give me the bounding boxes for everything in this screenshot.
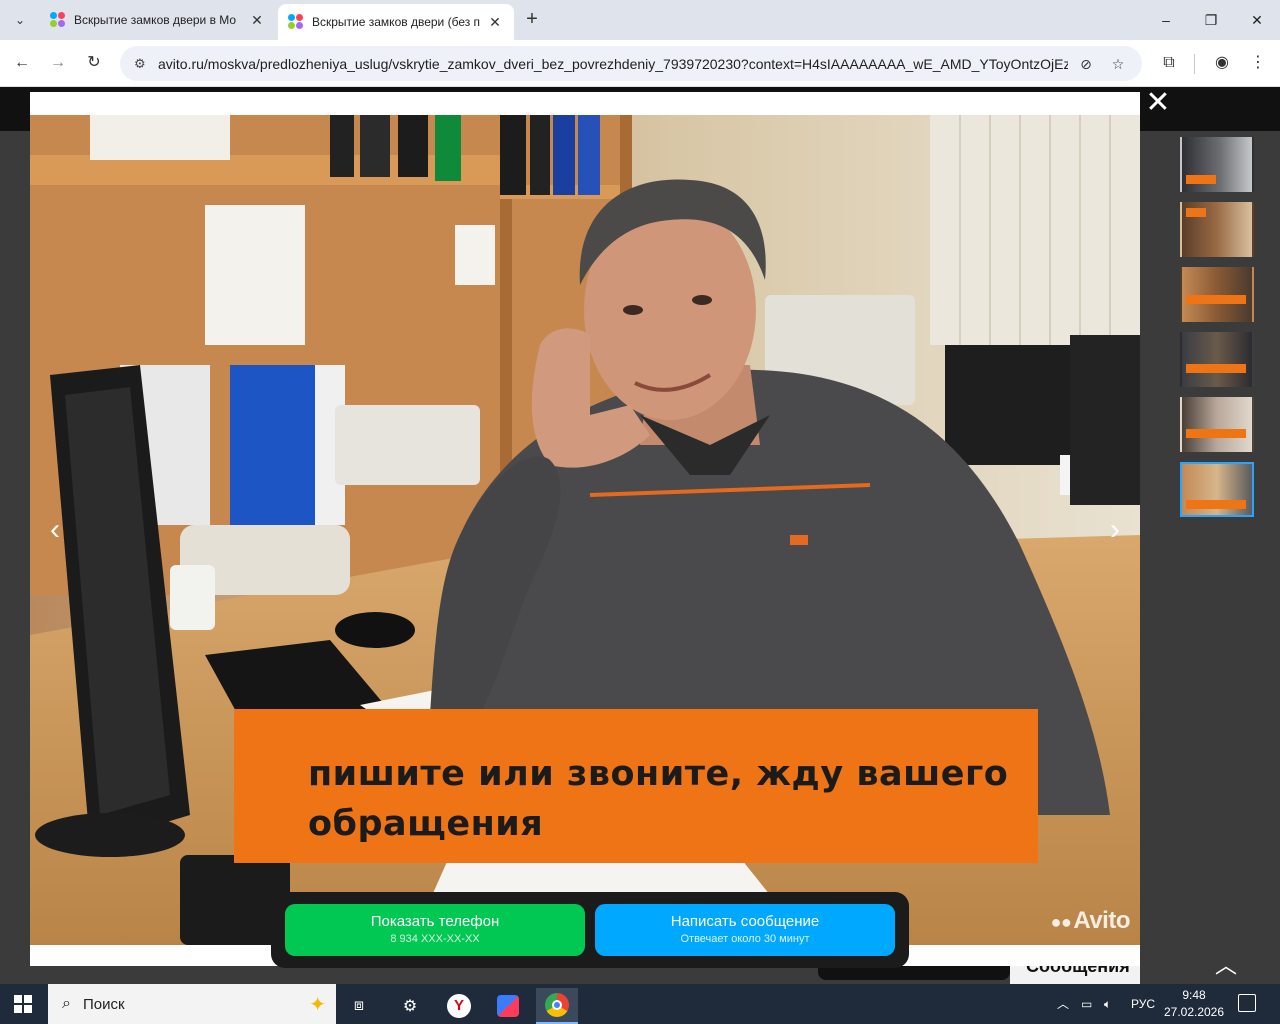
forward-arrow-icon[interactable]: → bbox=[45, 50, 71, 76]
clock[interactable]: 9:48 27.02.2026 bbox=[1162, 987, 1226, 1021]
sparkle-icon: ✦ bbox=[309, 994, 326, 1016]
windows-start-icon[interactable] bbox=[14, 995, 32, 1013]
tab-strip: ⌄ Вскрытие замков двери в Мо ✕ Вскрытие … bbox=[0, 0, 1280, 40]
search-placeholder: Поиск bbox=[82, 995, 125, 1013]
avito-logo-icon: ●● bbox=[1050, 912, 1072, 932]
tab-search-button[interactable]: ⌄ bbox=[6, 6, 34, 34]
puzzle-icon[interactable]: ⧉ bbox=[1157, 51, 1181, 75]
star-icon[interactable]: ☆ bbox=[1108, 54, 1128, 74]
photos-app-icon[interactable] bbox=[487, 988, 529, 1024]
write-message-button[interactable]: Написать сообщение Отвечает около 30 мин… bbox=[595, 904, 895, 956]
network-icon[interactable]: ▭ bbox=[1081, 984, 1092, 1024]
toolbar-divider bbox=[1194, 54, 1195, 74]
masked-phone-number: 8 934 XXX-XX-XX bbox=[390, 933, 480, 945]
tab-close-icon[interactable]: ✕ bbox=[486, 14, 504, 31]
avito-watermark: ●●Avito bbox=[1050, 907, 1131, 934]
close-window-button[interactable]: ✕ bbox=[1245, 8, 1269, 32]
reload-icon[interactable]: ↻ bbox=[81, 50, 107, 76]
avito-favicon-icon bbox=[50, 12, 66, 28]
notifications-icon[interactable] bbox=[1238, 994, 1256, 1012]
thumbnail[interactable] bbox=[1180, 137, 1254, 192]
minimize-button[interactable]: – bbox=[1154, 8, 1178, 32]
photo-caption: пишите или звоните, жду вашего обращения bbox=[234, 709, 1038, 863]
clock-date: 27.02.2026 bbox=[1163, 1005, 1225, 1019]
new-tab-button[interactable]: + bbox=[520, 8, 544, 32]
tab-title: Вскрытие замков двери (без п bbox=[312, 15, 481, 29]
write-message-label: Написать сообщение bbox=[670, 913, 820, 930]
listing-photo[interactable]: пишите или звоните, жду вашего обращения… bbox=[30, 115, 1140, 945]
language-indicator[interactable]: РУС bbox=[1131, 984, 1155, 1024]
avito-favicon-icon bbox=[288, 14, 304, 30]
chevron-up-icon[interactable]: ︿ bbox=[1057, 984, 1069, 1024]
response-time-text: Отвечает около 30 минут bbox=[680, 933, 810, 945]
taskbar-search-box[interactable]: ⌕ Поиск ✦ bbox=[48, 984, 336, 1024]
address-bar[interactable]: ⚙ avito.ru/moskva/predlozheniya_uslug/vs… bbox=[120, 46, 1142, 81]
tab-1[interactable]: Вскрытие замков двери в Мо ✕ bbox=[40, 4, 276, 36]
yandex-browser-icon[interactable]: Y bbox=[438, 988, 480, 1024]
close-viewer-button[interactable]: ✕ bbox=[1145, 88, 1171, 118]
url-text: avito.ru/moskva/predlozheniya_uslug/vskr… bbox=[158, 56, 1068, 72]
thumbnail-selected[interactable] bbox=[1180, 462, 1254, 517]
settings-gear-icon[interactable]: ⚙ bbox=[389, 988, 431, 1024]
close-icon: ✕ bbox=[1145, 86, 1171, 119]
search-icon: ⌕ bbox=[62, 995, 71, 1012]
show-phone-button[interactable]: Показать телефон 8 934 XXX-XX-XX bbox=[285, 904, 585, 956]
volume-icon[interactable]: 🔈︎ bbox=[1104, 984, 1111, 1024]
kebab-menu-icon[interactable]: ⋮ bbox=[1246, 51, 1270, 75]
tab-title: Вскрытие замков двери в Мо bbox=[74, 13, 237, 27]
prev-photo-button[interactable]: ‹ bbox=[40, 515, 70, 545]
thumbnail[interactable] bbox=[1180, 202, 1254, 257]
chevron-left-icon: ‹ bbox=[50, 513, 60, 546]
windows-taskbar: ⌕ Поиск ✦ ⧈ ⚙ Y ︿ ▭ 🔈︎ РУС 9:48 27.02.20… bbox=[0, 984, 1280, 1024]
clock-time: 9:48 bbox=[1182, 988, 1206, 1002]
url-path: /moskva/predlozheniya_uslug/vskrytie_zam… bbox=[203, 55, 1068, 72]
tab-close-icon[interactable]: ✕ bbox=[248, 12, 266, 29]
task-view-icon[interactable]: ⧈ bbox=[338, 988, 380, 1024]
restore-button[interactable]: ❐ bbox=[1199, 8, 1223, 32]
thumbnail[interactable] bbox=[1180, 397, 1254, 452]
eye-off-icon[interactable]: ⊘ bbox=[1076, 54, 1096, 74]
tune-icon[interactable]: ⚙ bbox=[134, 56, 152, 72]
profile-icon[interactable]: ◉ bbox=[1210, 51, 1234, 75]
chevron-right-icon: › bbox=[1110, 513, 1120, 546]
tab-2[interactable]: Вскрытие замков двери (без п ✕ bbox=[278, 4, 514, 40]
thumbnail-strip bbox=[1180, 137, 1254, 527]
contact-action-bar: Показать телефон 8 934 XXX-XX-XX Написат… bbox=[271, 892, 909, 968]
back-arrow-icon[interactable]: ← bbox=[9, 50, 35, 76]
next-photo-button[interactable]: › bbox=[1100, 515, 1130, 545]
chevron-up-icon[interactable]: ︿ bbox=[1208, 948, 1244, 978]
browser-toolbar: ← → ↻ ⚙ avito.ru/moskva/predlozheniya_us… bbox=[0, 40, 1280, 87]
show-phone-label: Показать телефон bbox=[370, 913, 500, 930]
chevron-down-icon: ⌄ bbox=[14, 13, 26, 27]
chrome-icon[interactable] bbox=[536, 988, 578, 1024]
url-host: avito.ru bbox=[158, 55, 204, 72]
thumbnail[interactable] bbox=[1180, 332, 1254, 387]
thumbnail[interactable] bbox=[1180, 267, 1254, 322]
